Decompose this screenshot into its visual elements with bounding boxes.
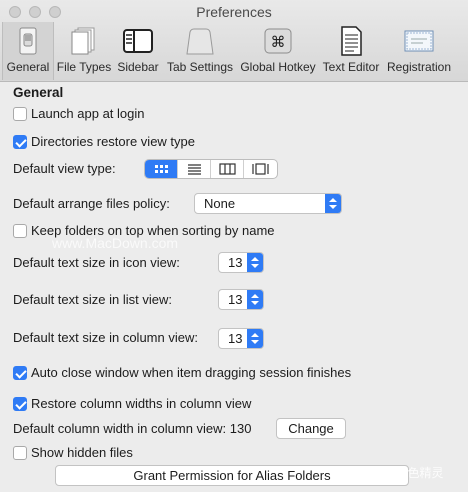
- gallery-view-segment[interactable]: [244, 160, 277, 178]
- general-switch-icon: [19, 27, 37, 55]
- sidebar-icon: [123, 29, 153, 53]
- text-document-icon: [341, 26, 362, 56]
- tab-text-editor-label: Text Editor: [322, 60, 380, 74]
- chevron-up-down-icon: [247, 253, 263, 272]
- text-size-icon-label: Default text size in icon view:: [13, 255, 180, 270]
- default-view-type-label: Default view type:: [13, 161, 116, 176]
- arrange-policy-select[interactable]: None: [194, 193, 342, 214]
- launch-at-login-checkbox[interactable]: [13, 107, 27, 121]
- arrange-policy-value: None: [204, 196, 236, 211]
- preferences-toolbar: General File Types Sidebar Tab Settings …: [0, 22, 468, 82]
- view-type-segmented-control[interactable]: [144, 159, 278, 179]
- command-key-icon: ⌘: [264, 28, 292, 54]
- window-title: Preferences: [196, 4, 272, 20]
- tab-sidebar[interactable]: Sidebar: [114, 22, 162, 80]
- tab-registration-label: Registration: [386, 60, 452, 74]
- launch-at-login-label: Launch app at login: [31, 106, 145, 121]
- general-pane: General Launch app at login Directories …: [0, 83, 468, 492]
- list-view-segment[interactable]: [178, 160, 211, 178]
- restore-view-type-checkbox[interactable]: [13, 135, 27, 149]
- text-size-list-value: 13: [228, 292, 243, 307]
- tab-sidebar-label: Sidebar: [117, 60, 159, 74]
- chevron-up-down-icon: [325, 194, 341, 213]
- columns-icon: [219, 163, 236, 175]
- tab-global-hotkey-label: Global Hotkey: [240, 60, 316, 74]
- icon-grid-icon: [155, 165, 168, 173]
- tab-registration[interactable]: Registration: [384, 22, 454, 80]
- watermark-right: 知乎 @青色精灵: [356, 466, 444, 480]
- text-size-icon-select[interactable]: 13: [218, 252, 264, 273]
- icon-view-segment[interactable]: [145, 160, 178, 178]
- text-size-list-select[interactable]: 13: [218, 289, 264, 310]
- svg-text:⌘: ⌘: [271, 33, 286, 51]
- tab-tab-settings-label: Tab Settings: [166, 60, 234, 74]
- column-view-segment[interactable]: [211, 160, 244, 178]
- titlebar: Preferences General File Types Sidebar T…: [0, 0, 468, 82]
- tab-file-types[interactable]: File Types: [56, 22, 112, 80]
- restore-col-widths-label: Restore column widths in column view: [31, 396, 252, 411]
- restore-view-type-label: Directories restore view type: [31, 134, 195, 149]
- text-size-icon-value: 13: [228, 255, 243, 270]
- arrange-policy-label: Default arrange files policy:: [13, 196, 170, 211]
- tab-text-editor[interactable]: Text Editor: [320, 22, 382, 80]
- text-size-column-label: Default text size in column view:: [13, 330, 198, 345]
- change-button[interactable]: Change: [276, 418, 346, 439]
- auto-close-label: Auto close window when item dragging ses…: [31, 365, 352, 380]
- section-heading: General: [13, 85, 64, 100]
- tab-global-hotkey[interactable]: ⌘ Global Hotkey: [238, 22, 318, 80]
- tab-general[interactable]: General: [2, 22, 54, 80]
- show-hidden-checkbox[interactable]: [13, 446, 27, 460]
- documents-icon: [71, 27, 95, 55]
- tab-tab-settings[interactable]: Tab Settings: [164, 22, 236, 80]
- watermark-left: www.MacDown.com: [52, 235, 179, 251]
- text-size-column-value: 13: [228, 331, 243, 346]
- preferences-window: Preferences General File Types Sidebar T…: [0, 0, 468, 492]
- show-hidden-label: Show hidden files: [31, 445, 133, 460]
- folders-on-top-checkbox[interactable]: [13, 224, 27, 238]
- chevron-up-down-icon: [247, 329, 263, 348]
- tab-file-types-label: File Types: [56, 60, 112, 74]
- tab-icon: [186, 28, 214, 55]
- certificate-icon: [404, 30, 434, 52]
- tab-general-label: General: [6, 60, 50, 74]
- column-width-label: Default column width in column view: 130: [13, 421, 252, 436]
- auto-close-checkbox[interactable]: [13, 366, 27, 380]
- list-icon: [188, 164, 201, 175]
- gallery-icon: [252, 163, 269, 175]
- text-size-column-select[interactable]: 13: [218, 328, 264, 349]
- chevron-up-down-icon: [247, 290, 263, 309]
- restore-col-widths-checkbox[interactable]: [13, 397, 27, 411]
- text-size-list-label: Default text size in list view:: [13, 292, 172, 307]
